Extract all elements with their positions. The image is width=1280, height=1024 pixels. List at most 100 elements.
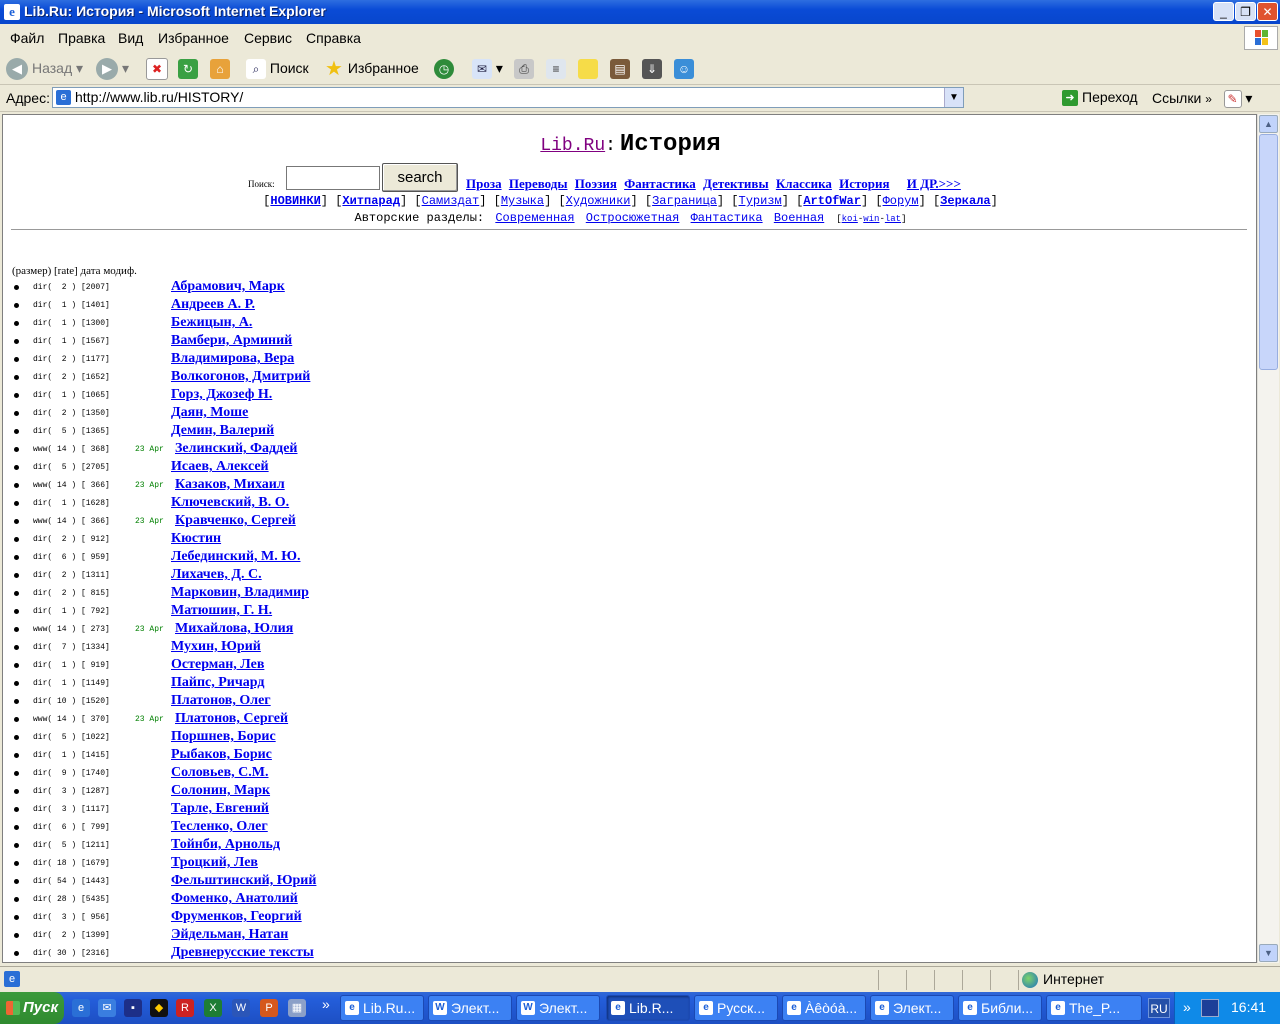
- menu-help[interactable]: Справка: [306, 30, 361, 46]
- author-link[interactable]: Абрамович, Марк: [171, 279, 285, 295]
- address-dropdown-icon[interactable]: ▼: [944, 88, 963, 107]
- quicklaunch-ie-icon[interactable]: e: [72, 999, 90, 1017]
- tray-chevron[interactable]: »: [1183, 999, 1191, 1015]
- back-button[interactable]: ◀ Назад ▾: [6, 56, 83, 81]
- menu-favorites[interactable]: Избранное: [158, 30, 229, 46]
- start-button[interactable]: Пуск: [0, 992, 64, 1024]
- author-section-military[interactable]: Военная: [774, 211, 824, 225]
- author-link[interactable]: Платонов, Сергей: [175, 711, 288, 727]
- site-link[interactable]: Lib.Ru: [540, 136, 605, 156]
- author-link[interactable]: Фруменков, Георгий: [171, 909, 302, 925]
- author-link[interactable]: Вамбери, Арминий: [171, 333, 292, 349]
- task-button-active[interactable]: e Lib.R...: [606, 995, 690, 1021]
- quicklaunch-outlook-icon[interactable]: ✉: [98, 999, 116, 1017]
- scroll-down-icon[interactable]: ▼: [1259, 944, 1278, 962]
- encoding-lat[interactable]: lat: [885, 214, 901, 224]
- toolbar-extra-icon[interactable]: ✎: [1223, 90, 1242, 109]
- menu-view[interactable]: Вид: [118, 30, 143, 46]
- home-button[interactable]: ⌂: [210, 56, 230, 80]
- author-link[interactable]: Бежицын, А.: [171, 315, 252, 331]
- links-button[interactable]: Ссылки » ✎ ▾: [1152, 90, 1252, 109]
- task-button[interactable]: e Русск...: [694, 995, 778, 1021]
- scroll-thumb[interactable]: [1259, 134, 1278, 370]
- quicklaunch-r-icon[interactable]: R: [176, 999, 194, 1017]
- task-button[interactable]: e Lib.Ru...: [340, 995, 424, 1021]
- close-button[interactable]: ✕: [1257, 2, 1278, 21]
- menu-tools[interactable]: Сервис: [244, 30, 292, 46]
- print-button[interactable]: ⎙: [514, 56, 534, 80]
- task-button[interactable]: e Àêòóà...: [782, 995, 866, 1021]
- go-button[interactable]: ➜ Переход: [1062, 89, 1138, 107]
- search-input[interactable]: [286, 166, 380, 190]
- quicklaunch-save-icon[interactable]: ▪: [124, 999, 142, 1017]
- task-button[interactable]: W Элект...: [428, 995, 512, 1021]
- nav-poetry[interactable]: Поэзия: [575, 176, 617, 191]
- author-link[interactable]: Михайлова, Юлия: [175, 621, 293, 637]
- nav2-tourism[interactable]: Туризм: [739, 194, 782, 208]
- author-link[interactable]: Фоменко, Анатолий: [171, 891, 298, 907]
- restore-button[interactable]: ❐: [1235, 2, 1256, 21]
- author-link[interactable]: Демин, Валерий: [171, 423, 274, 439]
- tool-button[interactable]: ⇓: [642, 56, 662, 80]
- quicklaunch-powerpoint-icon[interactable]: P: [260, 999, 278, 1017]
- author-link[interactable]: Казаков, Михаил: [175, 477, 285, 493]
- scroll-up-icon[interactable]: ▲: [1259, 115, 1278, 133]
- author-link[interactable]: Тойнби, Арнольд: [171, 837, 280, 853]
- quicklaunch-chevron-icon[interactable]: »: [322, 996, 330, 1012]
- nav-prose[interactable]: Проза: [466, 176, 502, 191]
- author-section-action[interactable]: Остросюжетная: [586, 211, 680, 225]
- nav-detectives[interactable]: Детективы: [703, 176, 769, 191]
- author-link[interactable]: Остерман, Лев: [171, 657, 264, 673]
- quicklaunch-excel-icon[interactable]: X: [204, 999, 222, 1017]
- author-link[interactable]: Платонов, Олег: [171, 693, 271, 709]
- author-link[interactable]: Эйдельман, Натан: [171, 927, 288, 943]
- author-link[interactable]: Поршнев, Борис: [171, 729, 276, 745]
- encoding-koi[interactable]: koi: [842, 214, 858, 224]
- tray-save-icon[interactable]: [1201, 999, 1219, 1017]
- author-link[interactable]: Кравченко, Сергей: [175, 513, 296, 529]
- address-url[interactable]: http://www.lib.ru/HISTORY/: [75, 89, 243, 105]
- search-button[interactable]: ⌕ Поиск: [246, 56, 309, 80]
- minimize-button[interactable]: _: [1213, 2, 1234, 21]
- quicklaunch-word-icon[interactable]: W: [232, 999, 250, 1017]
- research-button[interactable]: ▤: [610, 56, 630, 80]
- author-link[interactable]: Тесленко, Олег: [171, 819, 268, 835]
- search-submit-button[interactable]: search: [382, 163, 458, 192]
- nav2-new[interactable]: НОВИНКИ: [270, 194, 320, 208]
- history-button[interactable]: ◷: [434, 56, 454, 80]
- author-link[interactable]: Волкогонов, Дмитрий: [171, 369, 310, 385]
- author-link[interactable]: Ключевский, В. О.: [171, 495, 289, 511]
- discuss-button[interactable]: [578, 56, 598, 80]
- nav-classics[interactable]: Классика: [776, 176, 832, 191]
- author-link[interactable]: Соловьев, С.М.: [171, 765, 269, 781]
- messenger-button[interactable]: ☺: [674, 56, 694, 80]
- nav2-artists[interactable]: Художники: [566, 194, 631, 208]
- author-link[interactable]: Рыбаков, Борис: [171, 747, 272, 763]
- author-link[interactable]: Тарле, Евгений: [171, 801, 269, 817]
- author-link[interactable]: Троцкий, Лев: [171, 855, 258, 871]
- author-section-fantasy[interactable]: Фантастика: [691, 211, 763, 225]
- window-titlebar[interactable]: e Lib.Ru: История - Microsoft Internet E…: [0, 0, 1280, 24]
- nav2-hitparade[interactable]: Хитпарад: [342, 194, 400, 208]
- author-link[interactable]: Даян, Моше: [171, 405, 248, 421]
- author-section-modern[interactable]: Современная: [495, 211, 574, 225]
- task-button[interactable]: W Элект...: [516, 995, 600, 1021]
- nav2-mirrors[interactable]: Зеркала: [940, 194, 990, 208]
- nav2-forum[interactable]: Форум: [883, 194, 919, 208]
- task-button[interactable]: e Библи...: [958, 995, 1042, 1021]
- nav2-music[interactable]: Музыка: [501, 194, 544, 208]
- author-link[interactable]: Лебединский, М. Ю.: [171, 549, 301, 565]
- mail-button[interactable]: ✉ ▾: [472, 56, 503, 80]
- nav-history[interactable]: История: [839, 176, 889, 191]
- quicklaunch-app-icon[interactable]: ◆: [150, 999, 168, 1017]
- author-link[interactable]: Андреев А. Р.: [171, 297, 255, 313]
- quicklaunch-calc-icon[interactable]: ▦: [288, 999, 306, 1017]
- address-input[interactable]: e http://www.lib.ru/HISTORY/ ▼: [52, 87, 964, 108]
- edit-button[interactable]: ≡: [546, 56, 566, 80]
- vertical-scrollbar[interactable]: ▲ ▼: [1257, 114, 1279, 963]
- author-link[interactable]: Владимирова, Вера: [171, 351, 294, 367]
- nav2-artofwar[interactable]: ArtOfWar: [803, 194, 861, 208]
- refresh-button[interactable]: ↻: [178, 56, 198, 80]
- nav-translations[interactable]: Переводы: [509, 176, 568, 191]
- author-link[interactable]: Солонин, Марк: [171, 783, 270, 799]
